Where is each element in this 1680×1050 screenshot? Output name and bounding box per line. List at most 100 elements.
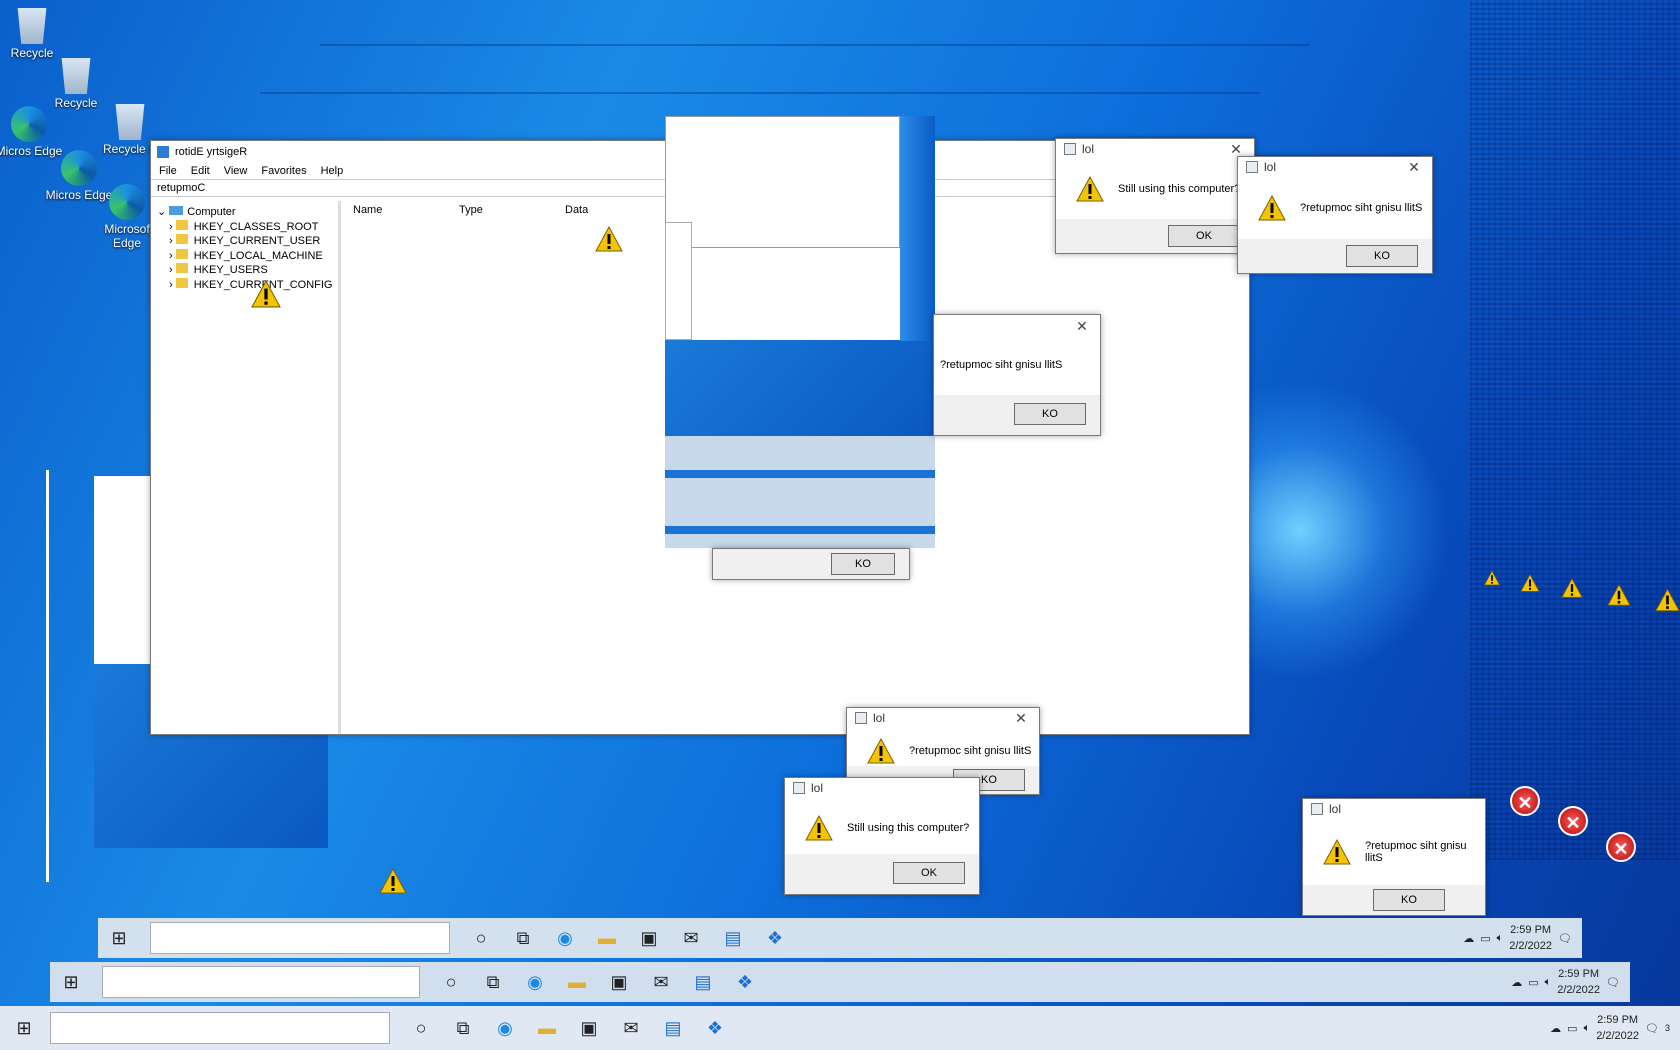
folder-icon bbox=[175, 263, 188, 273]
window-icon bbox=[1311, 803, 1323, 815]
clock[interactable]: 2:59 PM 2/2/2022 bbox=[1557, 966, 1600, 998]
column-data[interactable]: Data bbox=[565, 204, 588, 216]
notifications-icon[interactable]: 🗨︎ bbox=[1645, 1022, 1659, 1035]
network-icon[interactable]: ▭ bbox=[1528, 976, 1538, 989]
tree-item-hklm[interactable]: › HKEY_LOCAL_MACHINE bbox=[157, 248, 332, 264]
search-box[interactable] bbox=[50, 1012, 390, 1044]
message-dialog[interactable]: ✕ ?retupmoc siht gnisu llitS KO bbox=[933, 314, 1101, 436]
ok-button[interactable]: OK bbox=[1168, 225, 1240, 247]
start-icon[interactable]: ⊞ bbox=[50, 964, 92, 1000]
glitch-streak bbox=[260, 92, 1260, 94]
menu-file[interactable]: File bbox=[159, 165, 177, 177]
tree-item-hku[interactable]: › HKEY_USERS bbox=[157, 263, 332, 278]
tree-item-hkcr[interactable]: › HKEY_CLASSES_ROOT bbox=[157, 219, 332, 235]
cloud-icon[interactable]: ☁ bbox=[1463, 932, 1474, 945]
task-view-icon[interactable]: ⧉ bbox=[442, 1010, 484, 1046]
ok-button[interactable]: OK bbox=[893, 862, 965, 884]
message-dialog[interactable]: lol ?retupmoc siht gnisu llitS KO bbox=[1302, 798, 1486, 916]
mail-icon[interactable]: ✉ bbox=[640, 964, 682, 1000]
regedit-taskbar-icon[interactable]: ▤ bbox=[712, 920, 754, 956]
close-icon[interactable]: ✕ bbox=[1396, 159, 1432, 176]
edge-icon[interactable]: ◉ bbox=[514, 964, 556, 1000]
task-view-icon[interactable]: ⧉ bbox=[502, 920, 544, 956]
volume-icon[interactable]: 🔈︎ bbox=[1545, 976, 1552, 989]
notifications-icon[interactable]: 🗨︎ bbox=[1606, 976, 1620, 989]
warning-icon bbox=[1520, 574, 1540, 592]
warning-icon bbox=[379, 868, 407, 894]
network-icon[interactable]: ▭ bbox=[1480, 932, 1490, 945]
start-icon[interactable]: ⊞ bbox=[98, 920, 140, 956]
cortana-icon[interactable]: ○ bbox=[400, 1010, 442, 1046]
desktop-icon-recycle-bin[interactable]: Recycle bbox=[0, 8, 72, 60]
column-type[interactable]: Type bbox=[459, 204, 483, 216]
folder-icon bbox=[175, 219, 188, 230]
chevron-down-icon: ⌄ bbox=[157, 206, 170, 218]
glitch-line bbox=[46, 470, 49, 882]
menu-favorites[interactable]: Favorites bbox=[261, 165, 306, 177]
close-icon[interactable]: ✕ bbox=[1003, 710, 1039, 727]
clock[interactable]: 2:59 PM 2/2/2022 bbox=[1596, 1012, 1639, 1044]
ok-button[interactable]: KO bbox=[1373, 889, 1445, 911]
file-explorer-icon[interactable]: ▬ bbox=[586, 920, 628, 956]
regedit-taskbar-icon[interactable]: ▤ bbox=[682, 964, 724, 1000]
edge-icon[interactable]: ◉ bbox=[484, 1010, 526, 1046]
window-icon bbox=[793, 782, 805, 794]
volume-icon[interactable]: 🔈︎ bbox=[1584, 1022, 1591, 1035]
recycle-bin-icon bbox=[115, 104, 145, 140]
ok-button[interactable]: KO bbox=[1346, 245, 1418, 267]
glitch-taskbar-copy: ⊞ ○ ⧉ ◉ ▬ ▣ ✉ ▤ ❖ ☁ ▭ 🔈︎ 2:59 PM 2/2/2022 🗨… bbox=[50, 962, 1630, 1002]
edge-icon bbox=[11, 106, 47, 142]
column-name[interactable]: Name bbox=[353, 204, 382, 216]
error-icon: ✕ bbox=[1510, 786, 1540, 816]
network-icon[interactable]: ▭ bbox=[1567, 1022, 1577, 1035]
store-icon[interactable]: ▣ bbox=[568, 1010, 610, 1046]
search-box[interactable] bbox=[150, 922, 450, 954]
ok-button[interactable]: KO bbox=[831, 553, 895, 575]
mail-icon[interactable]: ✉ bbox=[610, 1010, 652, 1046]
folder-icon bbox=[175, 277, 188, 288]
desktop-icon-recycle-bin[interactable]: Recycle bbox=[36, 58, 116, 110]
clock[interactable]: 2:59 PM 2/2/2022 bbox=[1509, 922, 1552, 954]
message-dialog[interactable]: lol Still using this computer? OK bbox=[784, 777, 980, 895]
menu-view[interactable]: View bbox=[224, 165, 248, 177]
glitch-blank-window bbox=[665, 116, 900, 248]
tree-item-hkcu[interactable]: › HKEY_CURRENT_USER bbox=[157, 234, 332, 249]
cloud-icon[interactable]: ☁ bbox=[1511, 976, 1522, 989]
warning-icon bbox=[1484, 570, 1500, 586]
chevron-right-icon: › bbox=[169, 249, 176, 262]
message-dialog[interactable]: lol ✕ Still using this computer? OK bbox=[1055, 138, 1255, 254]
registry-cube-icon[interactable]: ❖ bbox=[724, 964, 766, 1000]
warning-icon bbox=[805, 815, 833, 841]
start-icon[interactable]: ⊞ bbox=[0, 1010, 48, 1046]
mail-icon[interactable]: ✉ bbox=[670, 920, 712, 956]
message-dialog[interactable]: lol ✕ ?retupmoc siht gnisu llitS KO bbox=[1237, 156, 1433, 274]
registry-cube-icon[interactable]: ❖ bbox=[694, 1010, 736, 1046]
search-box[interactable] bbox=[102, 966, 420, 998]
cortana-icon[interactable]: ○ bbox=[460, 920, 502, 956]
regedit-taskbar-icon[interactable]: ▤ bbox=[652, 1010, 694, 1046]
edge-icon[interactable]: ◉ bbox=[544, 920, 586, 956]
edge-icon bbox=[109, 184, 145, 220]
close-icon[interactable]: ✕ bbox=[1218, 141, 1254, 158]
registry-cube-icon[interactable]: ❖ bbox=[754, 920, 796, 956]
store-icon[interactable]: ▣ bbox=[628, 920, 670, 956]
notifications-icon[interactable]: 🗨︎ bbox=[1558, 932, 1572, 945]
cortana-icon[interactable]: ○ bbox=[430, 964, 472, 1000]
cloud-icon[interactable]: ☁ bbox=[1550, 1022, 1561, 1035]
system-tray: ☁ ▭ 🔈︎ 2:59 PM 2/2/2022 🗨︎ 3 bbox=[1550, 1012, 1680, 1044]
volume-icon[interactable]: 🔈︎ bbox=[1497, 932, 1504, 945]
menu-help[interactable]: Help bbox=[321, 165, 344, 177]
store-icon[interactable]: ▣ bbox=[598, 964, 640, 1000]
glitch-wallpaper-pane bbox=[900, 116, 935, 341]
warning-icon bbox=[1655, 588, 1680, 612]
tree-item-hkcc[interactable]: › HKEY_CURRENT_CONFIG bbox=[157, 277, 332, 293]
close-icon[interactable]: ✕ bbox=[1064, 318, 1100, 335]
menu-edit[interactable]: Edit bbox=[191, 165, 210, 177]
file-explorer-icon[interactable]: ▬ bbox=[556, 964, 598, 1000]
file-explorer-icon[interactable]: ▬ bbox=[526, 1010, 568, 1046]
regedit-app-icon bbox=[157, 146, 169, 158]
ok-button[interactable]: KO bbox=[1014, 403, 1086, 425]
screen-glitch-noise bbox=[1470, 0, 1680, 860]
tree-item-computer[interactable]: ⌄ Computer bbox=[157, 205, 332, 220]
task-view-icon[interactable]: ⧉ bbox=[472, 964, 514, 1000]
